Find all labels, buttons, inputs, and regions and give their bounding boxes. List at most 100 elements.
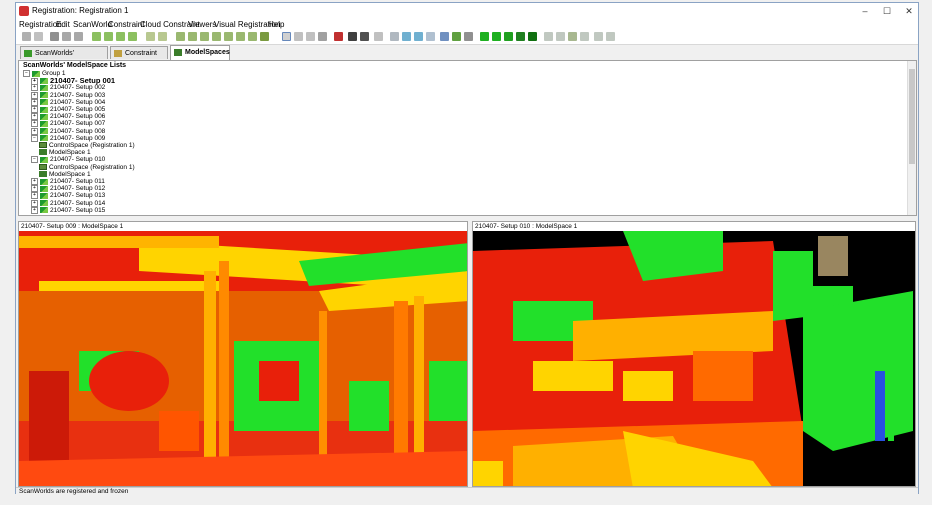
- green-block-icon[interactable]: [492, 32, 501, 41]
- menu-viewers[interactable]: Viewers: [188, 19, 216, 30]
- constraint-list-icon: [114, 50, 122, 57]
- tree-item-label: 210407- Setup 004: [50, 99, 106, 107]
- point-cloud-left[interactable]: [19, 231, 468, 487]
- pointer-icon[interactable]: [282, 32, 291, 41]
- cloud-constraint-icon[interactable]: [248, 32, 257, 41]
- tree-item-label: 210407- Setup 009: [50, 135, 106, 143]
- cloud-constraint-icon[interactable]: [260, 32, 269, 41]
- tool-icon[interactable]: [74, 32, 83, 41]
- tool-icon[interactable]: [62, 32, 71, 41]
- point-cloud-right[interactable]: [473, 231, 916, 487]
- scanworld-icon[interactable]: [104, 32, 113, 41]
- constraint-icon[interactable]: [146, 32, 155, 41]
- redo-icon[interactable]: [34, 32, 43, 41]
- scanworld-icon: [40, 99, 48, 106]
- viewer-left[interactable]: 210407- Setup 009 : ModelSpace 1: [18, 221, 468, 487]
- expand-toggle-icon[interactable]: +: [31, 185, 38, 193]
- scanworld-icon: [40, 178, 48, 185]
- align-icon[interactable]: [606, 32, 615, 41]
- undo-icon[interactable]: [22, 32, 31, 41]
- maximize-button[interactable]: ☐: [876, 4, 898, 18]
- tree-item-label: 210407- Setup 011: [50, 178, 105, 186]
- menu-edit[interactable]: Edit: [56, 19, 70, 30]
- camera-icon[interactable]: [360, 32, 369, 41]
- pick-icon[interactable]: [306, 32, 315, 41]
- menu-scanworld[interactable]: ScanWorld: [73, 19, 112, 30]
- expand-toggle-icon[interactable]: −: [23, 70, 30, 77]
- cloud-constraint-icon[interactable]: [212, 32, 221, 41]
- align-icon[interactable]: [556, 32, 565, 41]
- menu-help[interactable]: Help: [268, 19, 284, 30]
- modelspace-icon: [39, 149, 47, 156]
- view-icon[interactable]: [426, 32, 435, 41]
- add-icon[interactable]: [374, 32, 383, 41]
- align-icon[interactable]: [594, 32, 603, 41]
- move-icon[interactable]: [318, 32, 327, 41]
- controlspace-icon: [39, 163, 47, 170]
- green-block-icon[interactable]: [504, 32, 513, 41]
- viewer-right[interactable]: 210407- Setup 010 : ModelSpace 1: [472, 221, 916, 487]
- expand-toggle-icon[interactable]: +: [31, 84, 38, 92]
- green-block-icon[interactable]: [528, 32, 537, 41]
- minimize-button[interactable]: –: [854, 4, 876, 18]
- expand-toggle-icon[interactable]: +: [31, 98, 38, 106]
- pick-icon[interactable]: [294, 32, 303, 41]
- view-icon[interactable]: [390, 32, 399, 41]
- view-icon[interactable]: [414, 32, 423, 41]
- tree-item-label: 210407- Setup 010: [50, 156, 106, 164]
- scanworld-icon[interactable]: [92, 32, 101, 41]
- scanworld-icon: [40, 200, 48, 207]
- scanworld-icon: [40, 156, 48, 163]
- title-bar: Registration: Registration 1 – ☐ ✕: [16, 3, 918, 19]
- expand-toggle-icon[interactable]: +: [31, 192, 38, 200]
- registration-window: Registration: Registration 1 – ☐ ✕ Regis…: [15, 2, 919, 495]
- lock-icon[interactable]: [334, 32, 343, 41]
- scrollbar-thumb[interactable]: [909, 69, 915, 164]
- modelspace-icon: [39, 171, 47, 178]
- grid-icon[interactable]: [464, 32, 473, 41]
- green-block-icon[interactable]: [480, 32, 489, 41]
- align-icon[interactable]: [568, 32, 577, 41]
- tab-modelspaces[interactable]: ModelSpaces: [170, 45, 230, 60]
- scanworld-icon: [40, 185, 48, 192]
- viewer-right-label: 210407- Setup 010 : ModelSpace 1: [473, 222, 915, 231]
- cloud-constraint-icon[interactable]: [176, 32, 185, 41]
- tab-scanworlds-constraints[interactable]: ScanWorlds' Constraints: [20, 46, 108, 70]
- tree-item-label: ControlSpace (Registration 1): [49, 142, 135, 149]
- cloud-constraint-icon[interactable]: [188, 32, 197, 41]
- expand-toggle-icon[interactable]: +: [31, 206, 38, 214]
- cloud-constraint-icon[interactable]: [224, 32, 233, 41]
- tree-scanworld-item[interactable]: +210407- Setup 015: [31, 206, 105, 215]
- constraint-icon[interactable]: [158, 32, 167, 41]
- grid-icon[interactable]: [452, 32, 461, 41]
- tree-item-label: 210407- Setup 008: [50, 127, 106, 135]
- expand-toggle-icon[interactable]: +: [31, 178, 38, 185]
- scanworld-icon[interactable]: [128, 32, 137, 41]
- select-icon[interactable]: [50, 32, 59, 41]
- expand-toggle-icon[interactable]: +: [31, 199, 38, 207]
- close-button[interactable]: ✕: [898, 4, 920, 18]
- align-icon[interactable]: [544, 32, 553, 41]
- scanworld-icon: [40, 207, 48, 214]
- tab-constraint-list[interactable]: Constraint List: [110, 46, 168, 70]
- camera-icon[interactable]: [348, 32, 357, 41]
- expand-toggle-icon[interactable]: +: [31, 120, 38, 128]
- align-icon[interactable]: [580, 32, 589, 41]
- expand-toggle-icon[interactable]: +: [31, 91, 38, 99]
- cloud-constraint-icon[interactable]: [236, 32, 245, 41]
- expand-toggle-icon[interactable]: +: [31, 127, 38, 135]
- scanworld-icon[interactable]: [116, 32, 125, 41]
- expand-toggle-icon[interactable]: −: [31, 156, 38, 164]
- cloud-constraint-icon[interactable]: [200, 32, 209, 41]
- menu-constraint[interactable]: Constraint: [108, 19, 144, 30]
- scanworld-icon: [40, 120, 48, 127]
- expand-toggle-icon[interactable]: +: [31, 106, 38, 113]
- expand-toggle-icon[interactable]: +: [31, 113, 38, 121]
- tree-item-label: 210407- Setup 005: [50, 106, 106, 114]
- tree-scrollbar[interactable]: [907, 61, 916, 215]
- green-block-icon[interactable]: [516, 32, 525, 41]
- expand-toggle-icon[interactable]: −: [31, 134, 38, 142]
- view-icon[interactable]: [440, 32, 449, 41]
- view-icon[interactable]: [402, 32, 411, 41]
- scanworld-icon: [40, 128, 48, 135]
